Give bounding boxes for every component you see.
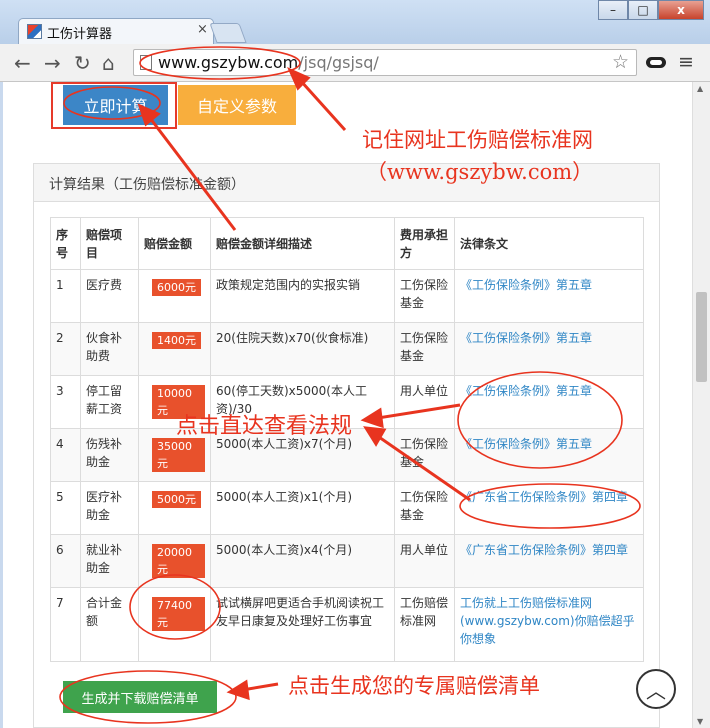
table-row: 6 就业补助金 20000元 5000(本人工资)x4(个月) 用人单位 《广东…	[50, 534, 644, 588]
close-window-button[interactable]: x	[658, 0, 704, 20]
row-law-cell: 《工伤保险条例》第五章	[454, 269, 644, 323]
row-payer: 用人单位	[394, 534, 455, 588]
row-law-cell: 《工伤保险条例》第五章	[454, 322, 644, 376]
row-law-cell: 《广东省工伤保险条例》第四章	[454, 481, 644, 535]
row-amount-cell: 20000元	[138, 534, 211, 588]
table-row: 1 医疗费 6000元 政策规定范围内的实报实销 工伤保险基金 《工伤保险条例》…	[50, 269, 644, 323]
vertical-scrollbar[interactable]: ▲ ▼	[692, 82, 710, 728]
row-law-cell: 《工伤保险条例》第五章	[454, 375, 644, 429]
row-amount-cell: 5000元	[138, 481, 211, 535]
row-law-cell: 《广东省工伤保险条例》第四章	[454, 534, 644, 588]
row-desc: 5000(本人工资)x1(个月)	[210, 481, 395, 535]
browser-toolbar: ← → ↻ ⌂ www.gszybw.com/jsq/gsjsq/ ☆ ≡	[0, 44, 710, 82]
header-law: 法律条文	[454, 217, 644, 270]
law-link[interactable]: 《广东省工伤保险条例》第四章	[460, 490, 628, 504]
row-payer: 用人单位	[394, 375, 455, 429]
row-item: 就业补助金	[80, 534, 139, 588]
row-no: 4	[50, 428, 81, 482]
row-law-cell: 工伤就上工伤赔偿标准网(www.gszybw.com)你赔偿超乎你想象	[454, 587, 644, 662]
highlight-box	[51, 82, 177, 129]
row-item: 医疗费	[80, 269, 139, 323]
row-item: 医疗补助金	[80, 481, 139, 535]
new-tab-button[interactable]	[209, 23, 247, 43]
row-no: 5	[50, 481, 81, 535]
annotation-site-url: （www.gszybw.com）	[366, 160, 594, 184]
row-no: 3	[50, 375, 81, 429]
page-icon	[140, 55, 152, 70]
header-no: 序号	[50, 217, 81, 270]
scroll-up-arrow-icon[interactable]: ▲	[697, 84, 703, 93]
row-item: 合计金额	[80, 587, 139, 662]
bookmark-star-icon[interactable]: ☆	[612, 51, 629, 73]
home-icon[interactable]: ⌂	[102, 51, 115, 75]
row-no: 7	[50, 587, 81, 662]
header-payer: 费用承担方	[394, 217, 455, 270]
table-header-row: 序号 赔偿项目 赔偿金额 赔偿金额详细描述 费用承担方 法律条文	[50, 217, 644, 270]
row-desc: 政策规定范围内的实报实销	[210, 269, 395, 323]
row-desc: 试试横屏吧更适合手机阅读祝工友早日康复及处理好工伤事宜	[210, 587, 395, 662]
annotation-remember-url: 记住网址工伤赔偿标准网	[362, 128, 593, 152]
calculator-favicon-icon	[27, 24, 42, 39]
amount-badge: 5000元	[152, 491, 201, 508]
address-bar[interactable]: www.gszybw.com/jsq/gsjsq/ ☆	[133, 49, 637, 76]
row-no: 1	[50, 269, 81, 323]
url-path: /jsq/gsjsq/	[298, 53, 379, 72]
row-amount-cell: 1400元	[138, 322, 211, 376]
site-promo-link[interactable]: 工伤就上工伤赔偿标准网(www.gszybw.com)你赔偿超乎你想象	[460, 596, 635, 646]
row-payer: 工伤保险基金	[394, 428, 455, 482]
amount-badge: 35000元	[152, 438, 205, 472]
table-row-total: 7 合计金额 77400元 试试横屏吧更适合手机阅读祝工友早日康复及处理好工伤事…	[50, 587, 644, 662]
row-no: 2	[50, 322, 81, 376]
law-link[interactable]: 《工伤保险条例》第五章	[460, 384, 592, 398]
header-amount: 赔偿金额	[138, 217, 211, 270]
maximize-button[interactable]: □	[628, 0, 658, 20]
window-controls: – □ x	[598, 0, 704, 20]
row-payer: 工伤保险基金	[394, 322, 455, 376]
scroll-down-arrow-icon[interactable]: ▼	[697, 717, 703, 726]
forward-arrow-icon[interactable]: →	[44, 51, 61, 75]
header-desc: 赔偿金额详细描述	[210, 217, 395, 270]
row-payer: 工伤保险基金	[394, 269, 455, 323]
minimize-button[interactable]: –	[598, 0, 628, 20]
row-no: 6	[50, 534, 81, 588]
law-link[interactable]: 《工伤保险条例》第五章	[460, 331, 592, 345]
row-amount-cell: 6000元	[138, 269, 211, 323]
table-row: 2 伙食补助费 1400元 20(住院天数)x70(伙食标准) 工伤保险基金 《…	[50, 322, 644, 376]
browser-tab[interactable]: 工伤计算器 ×	[18, 18, 214, 44]
header-item: 赔偿项目	[80, 217, 139, 270]
extension-mask-icon[interactable]	[646, 57, 666, 68]
browser-menu-icon[interactable]: ≡	[678, 51, 694, 73]
back-arrow-icon[interactable]: ←	[14, 51, 31, 75]
row-desc: 5000(本人工资)x4(个月)	[210, 534, 395, 588]
row-law-cell: 《工伤保险条例》第五章	[454, 428, 644, 482]
row-item: 停工留薪工资	[80, 375, 139, 429]
result-panel-title: 计算结果（工伤赔偿标准金额）	[49, 177, 245, 193]
annotation-click-generate: 点击生成您的专属赔偿清单	[288, 674, 540, 698]
window-titlebar: 工伤计算器 × – □ x	[0, 0, 710, 44]
tab-title: 工伤计算器	[47, 27, 113, 42]
law-link[interactable]: 《广东省工伤保险条例》第四章	[460, 543, 628, 557]
total-amount-badge: 77400元	[152, 597, 205, 631]
row-payer: 工伤保险基金	[394, 481, 455, 535]
back-to-top-button[interactable]: ︿	[636, 669, 676, 709]
row-amount-cell: 77400元	[138, 587, 211, 662]
row-desc: 20(住院天数)x70(伙食标准)	[210, 322, 395, 376]
annotation-click-law: 点击直达查看法规	[176, 414, 353, 439]
row-item: 伙食补助费	[80, 322, 139, 376]
generate-download-button[interactable]: 生成并下载赔偿清单	[63, 681, 217, 713]
url-text: www.gszybw.com/jsq/gsjsq/	[158, 53, 379, 72]
law-link[interactable]: 《工伤保险条例》第五章	[460, 278, 592, 292]
tab-close-icon[interactable]: ×	[197, 22, 208, 37]
law-link[interactable]: 《工伤保险条例》第五章	[460, 437, 592, 451]
amount-badge: 6000元	[152, 279, 201, 296]
row-item: 伤残补助金	[80, 428, 139, 482]
table-row: 5 医疗补助金 5000元 5000(本人工资)x1(个月) 工伤保险基金 《广…	[50, 481, 644, 535]
custom-params-button[interactable]: 自定义参数	[178, 85, 296, 125]
amount-badge: 20000元	[152, 544, 205, 578]
scrollbar-thumb[interactable]	[696, 292, 707, 382]
reload-icon[interactable]: ↻	[74, 51, 91, 75]
row-payer: 工伤赔偿标准网	[394, 587, 455, 662]
amount-badge: 1400元	[152, 332, 201, 349]
url-domain: www.gszybw.com	[158, 53, 299, 72]
